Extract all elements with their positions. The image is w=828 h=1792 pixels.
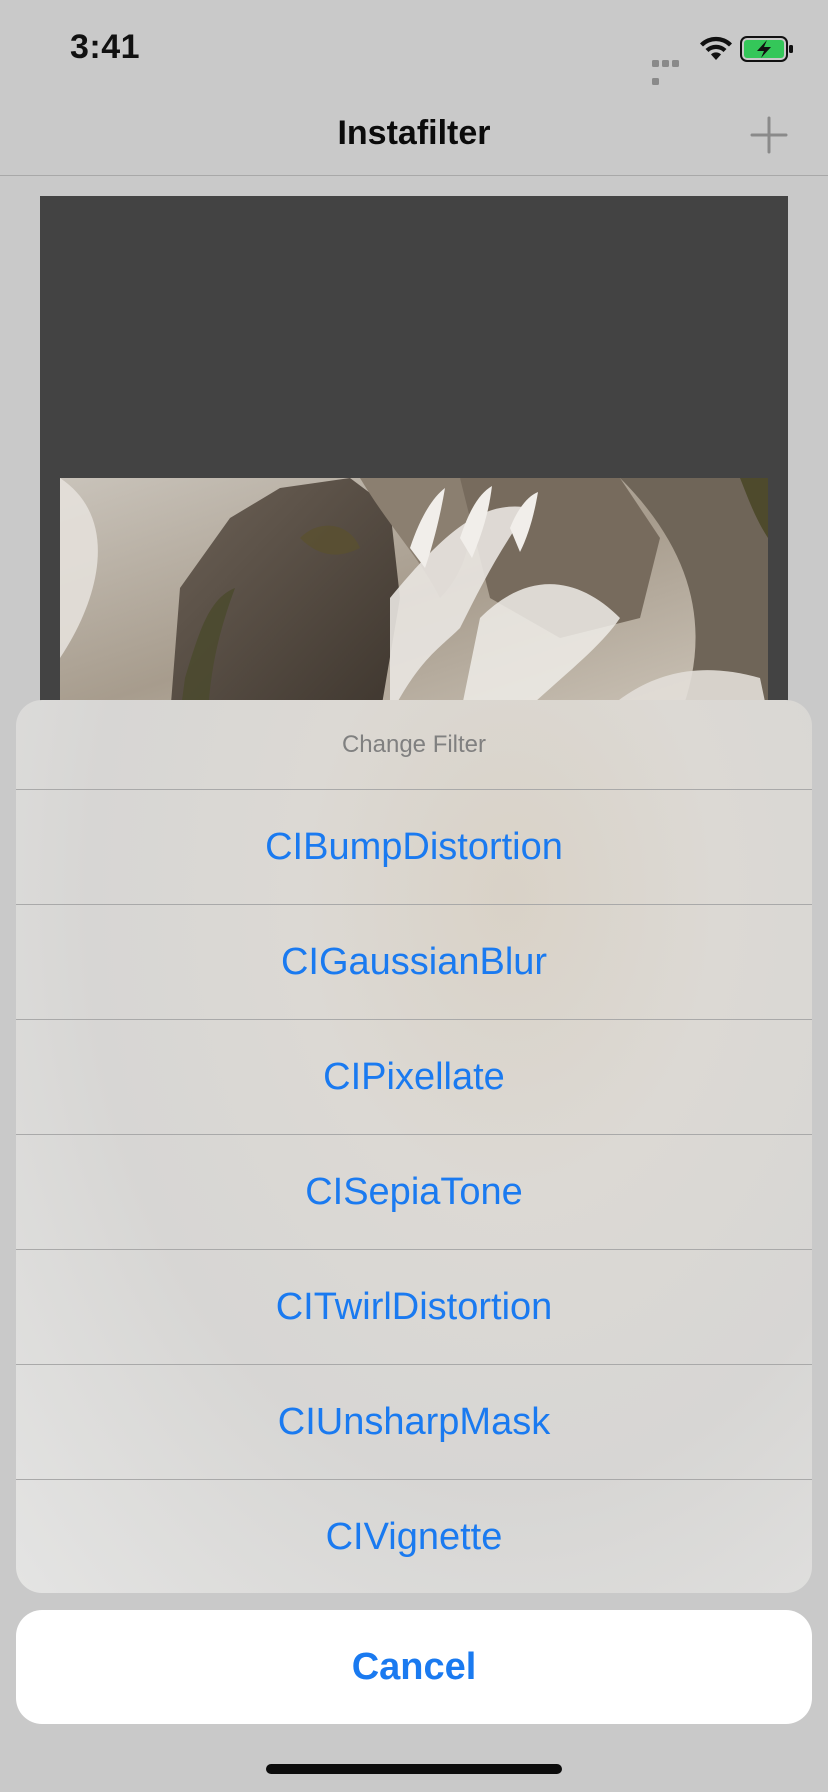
status-bar: 3:41 bbox=[0, 0, 828, 96]
cancel-button[interactable]: Cancel bbox=[16, 1610, 812, 1724]
action-sheet: Change Filter CIBumpDistortion CIGaussia… bbox=[16, 700, 812, 1593]
battery-charging-icon bbox=[740, 36, 793, 62]
action-sheet-title: Change Filter bbox=[16, 700, 812, 790]
plus-icon[interactable] bbox=[744, 110, 794, 160]
filter-option-pixellate[interactable]: CIPixellate bbox=[16, 1020, 812, 1135]
signal-icon bbox=[652, 54, 690, 85]
filter-option-sepia-tone[interactable]: CISepiaTone bbox=[16, 1135, 812, 1250]
filter-option-bump-distortion[interactable]: CIBumpDistortion bbox=[16, 790, 812, 905]
filter-option-unsharp-mask[interactable]: CIUnsharpMask bbox=[16, 1365, 812, 1480]
filter-option-twirl-distortion[interactable]: CITwirlDistortion bbox=[16, 1250, 812, 1365]
home-indicator[interactable] bbox=[266, 1764, 562, 1774]
filtered-photo bbox=[60, 478, 768, 716]
page-title: Instafilter bbox=[337, 114, 491, 152]
image-container[interactable] bbox=[40, 196, 788, 716]
navigation-bar: Instafilter bbox=[0, 96, 828, 176]
filter-option-gaussian-blur[interactable]: CIGaussianBlur bbox=[16, 905, 812, 1020]
filter-option-vignette[interactable]: CIVignette bbox=[16, 1480, 812, 1593]
wifi-icon bbox=[700, 36, 732, 60]
screen: 3:41 Instafilter Change Filter CIBumpDis… bbox=[0, 0, 828, 1792]
status-time: 3:41 bbox=[70, 28, 141, 66]
